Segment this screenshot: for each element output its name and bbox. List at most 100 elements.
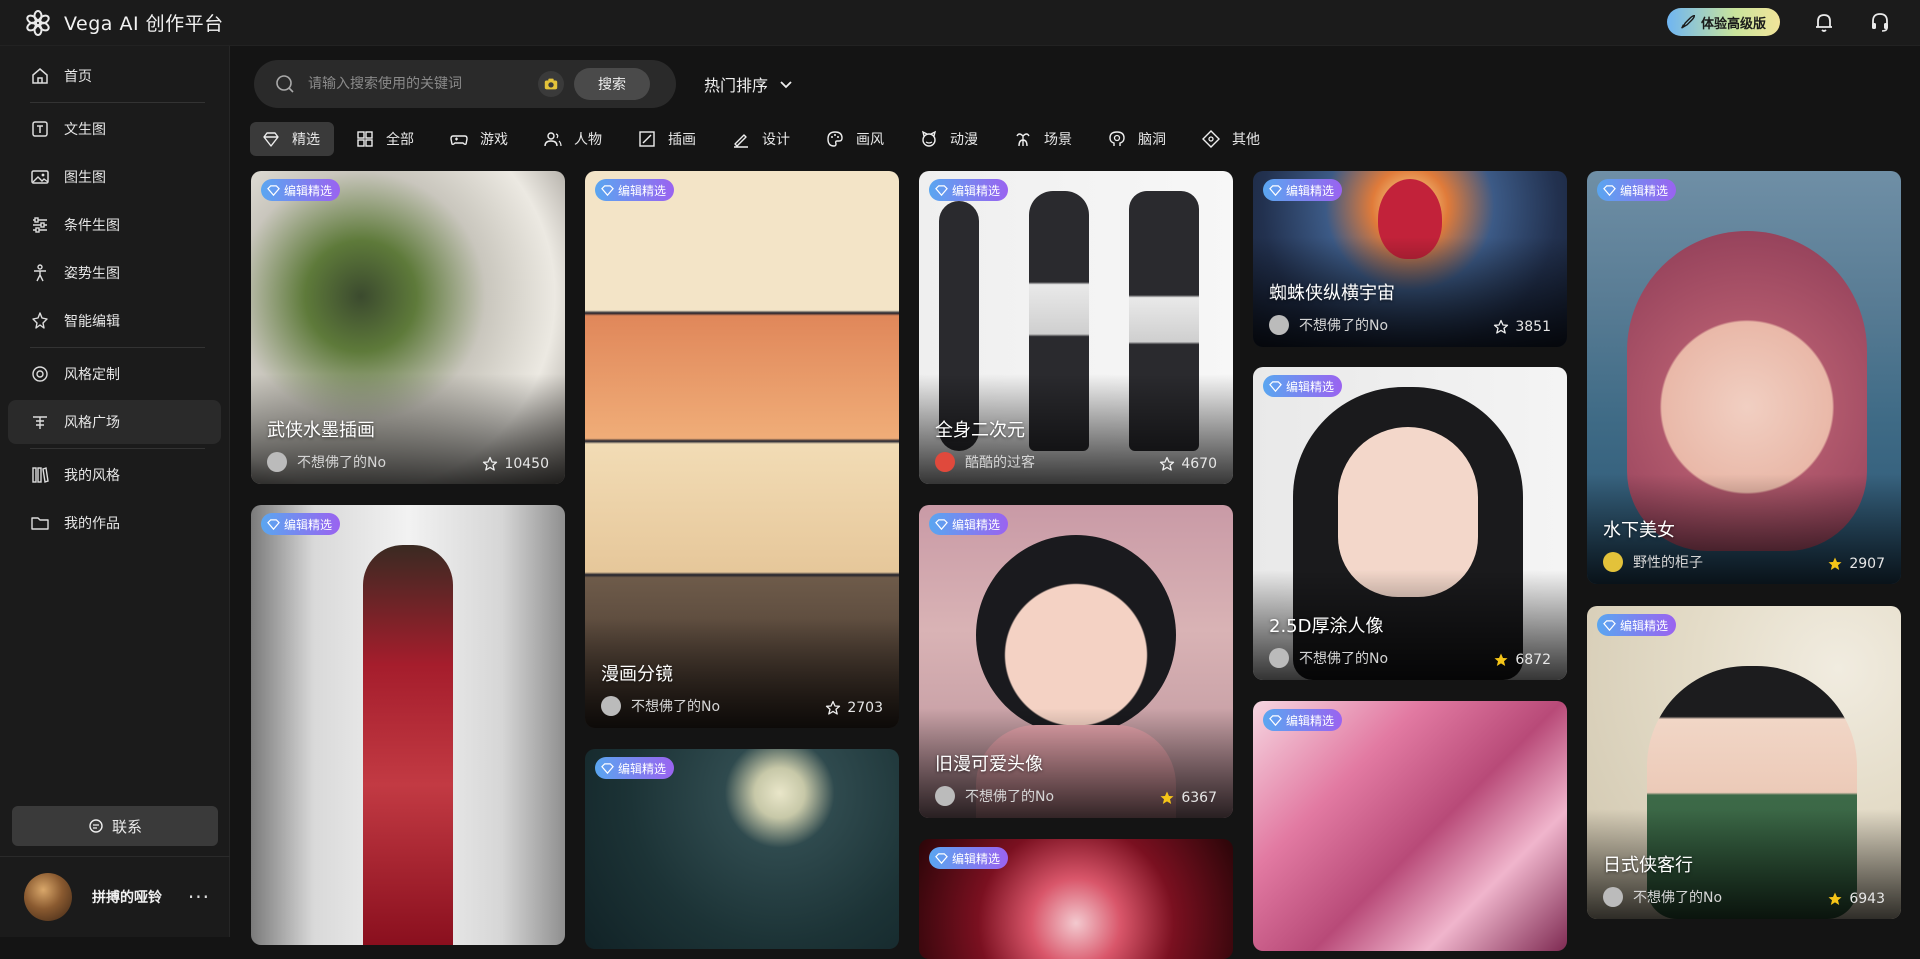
card-likes[interactable]: 6367 — [1159, 790, 1217, 806]
diamond-icon — [1269, 714, 1282, 726]
card-image — [1253, 701, 1567, 951]
card-author[interactable]: 不想佛了的No — [1603, 887, 1722, 907]
card-author[interactable]: 不想佛了的No — [935, 786, 1054, 806]
card-author[interactable]: 酷酷的过客 — [935, 452, 1035, 472]
chevron-down-icon — [780, 81, 792, 89]
style-card[interactable]: 编辑精选 武侠水墨插画 不想佛了的No 10450 — [251, 171, 565, 484]
style-card[interactable]: 编辑精选 — [585, 749, 899, 949]
card-author[interactable]: 不想佛了的No — [1269, 315, 1388, 335]
image-search-button[interactable] — [538, 71, 564, 97]
editor-pick-badge: 编辑精选 — [595, 757, 675, 779]
tab-scene[interactable]: 场景 — [1002, 122, 1086, 156]
tab-other[interactable]: 其他 — [1190, 122, 1274, 156]
card-image-figure — [363, 545, 453, 945]
premium-trial-button[interactable]: 体验高级版 — [1666, 8, 1780, 36]
tab-anime[interactable]: 动漫 — [908, 122, 992, 156]
style-card[interactable]: 编辑精选 2.5D厚涂人像 不想佛了的No 6872 — [1253, 367, 1567, 680]
card-likes[interactable]: 3851 — [1493, 319, 1551, 335]
sidebar-item-pose[interactable]: 姿势生图 — [8, 251, 221, 295]
tab-label: 插画 — [668, 132, 696, 148]
bell-icon — [1816, 14, 1832, 32]
tab-label: 动漫 — [950, 132, 978, 148]
card-author[interactable]: 野性的柜子 — [1603, 552, 1703, 572]
style-card[interactable]: 编辑精选 蜘蛛侠纵横宇宙 不想佛了的No 3851 — [1253, 171, 1567, 347]
style-card[interactable]: 编辑精选 全身二次元 酷酷的过客 4670 — [919, 171, 1233, 484]
editor-pick-badge: 编辑精选 — [261, 513, 341, 535]
card-title: 2.5D厚涂人像 — [1269, 616, 1384, 637]
author-avatar — [935, 452, 955, 472]
support-button[interactable] — [1868, 10, 1892, 34]
card-likes[interactable]: 6872 — [1493, 652, 1551, 668]
sidebar-item-my-works[interactable]: 我的作品 — [8, 501, 221, 545]
more-options-button[interactable]: ··· — [188, 885, 210, 909]
sidebar-item-text-to-image[interactable]: 文生图 — [8, 107, 221, 151]
sidebar-item-label: 文生图 — [64, 122, 106, 138]
tab-label: 游戏 — [480, 132, 508, 148]
sort-selected-label: 热门排序 — [704, 76, 769, 95]
card-likes[interactable]: 2907 — [1827, 556, 1885, 572]
my-style-icon — [32, 467, 49, 483]
card-author[interactable]: 不想佛了的No — [267, 452, 386, 472]
sidebar-divider — [30, 102, 205, 103]
sidebar-item-label: 我的风格 — [64, 468, 120, 484]
tab-featured[interactable]: 精选 — [250, 122, 334, 156]
star-filled-icon — [1160, 791, 1174, 804]
card-likes[interactable]: 4670 — [1159, 456, 1217, 472]
card-likes[interactable]: 10450 — [482, 456, 549, 472]
author-name: 不想佛了的No — [1633, 890, 1723, 906]
sidebar-item-label: 条件生图 — [64, 218, 120, 234]
star-filled-icon — [1828, 557, 1842, 570]
contact-button[interactable]: 联系 — [12, 806, 218, 846]
tab-brainstorm[interactable]: 脑洞 — [1096, 122, 1180, 156]
sidebar-item-conditional[interactable]: 条件生图 — [8, 203, 221, 247]
diamond-icon — [935, 518, 948, 530]
sidebar-item-style-custom[interactable]: 风格定制 — [8, 352, 221, 396]
editor-pick-badge: 编辑精选 — [1263, 179, 1343, 201]
style-card[interactable]: 编辑精选 水下美女 野性的柜子 2907 — [1587, 171, 1901, 584]
diamond-icon — [1603, 184, 1616, 196]
sidebar-item-image-to-image[interactable]: 图生图 — [8, 155, 221, 199]
tab-design[interactable]: 设计 — [720, 122, 804, 156]
star-filled-icon — [1828, 892, 1842, 905]
card-likes[interactable]: 2703 — [825, 700, 883, 716]
top-bar: Vega AI 创作平台 体验高级版 — [0, 0, 1920, 46]
editor-pick-badge: 编辑精选 — [929, 513, 1009, 535]
style-card[interactable]: 编辑精选 日式侠客行 不想佛了的No 6943 — [1587, 606, 1901, 919]
badge-label: 编辑精选 — [284, 517, 333, 532]
style-card[interactable]: 编辑精选 — [919, 839, 1233, 959]
sort-dropdown[interactable]: 热门排序 — [704, 72, 794, 96]
sidebar-item-home[interactable]: 首页 — [8, 54, 221, 98]
card-title: 漫画分镜 — [601, 664, 673, 685]
tab-art-style[interactable]: 画风 — [814, 122, 898, 156]
badge-label: 编辑精选 — [618, 761, 667, 776]
app-logo[interactable]: Vega AI 创作平台 — [24, 9, 224, 37]
diamond-icon — [935, 852, 948, 864]
tab-game[interactable]: 游戏 — [438, 122, 522, 156]
editor-pick-badge: 编辑精选 — [1597, 179, 1677, 201]
sidebar-item-my-style[interactable]: 我的风格 — [8, 453, 221, 497]
tab-all[interactable]: 全部 — [344, 122, 428, 156]
avatar[interactable] — [24, 872, 72, 921]
scene-icon — [1016, 133, 1030, 147]
tab-people[interactable]: 人物 — [532, 122, 616, 156]
sidebar-item-style-square[interactable]: 风格广场 — [8, 400, 221, 444]
sliders-icon — [33, 217, 47, 233]
notification-button[interactable] — [1812, 10, 1836, 34]
style-card[interactable]: 编辑精选 — [1253, 701, 1567, 951]
style-card[interactable]: 编辑精选 — [251, 505, 565, 945]
tab-illustration[interactable]: 插画 — [626, 122, 710, 156]
style-card[interactable]: 编辑精选 旧漫可爱头像 不想佛了的No 6367 — [919, 505, 1233, 818]
search-button[interactable]: 搜索 — [574, 68, 650, 100]
author-name: 不想佛了的No — [631, 699, 721, 715]
sidebar-item-label: 风格定制 — [64, 367, 120, 383]
card-author[interactable]: 不想佛了的No — [1269, 648, 1388, 668]
search-input[interactable] — [308, 76, 528, 92]
author-avatar — [1269, 315, 1289, 335]
style-card[interactable]: 编辑精选 漫画分镜 不想佛了的No 2703 — [585, 171, 899, 728]
premium-trial-label: 体验高级版 — [1700, 16, 1766, 32]
search-icon — [276, 75, 294, 93]
card-likes[interactable]: 6943 — [1827, 891, 1885, 907]
sidebar-item-smart-edit[interactable]: 智能编辑 — [8, 299, 221, 343]
editor-pick-badge: 编辑精选 — [595, 179, 675, 201]
card-author[interactable]: 不想佛了的No — [601, 696, 720, 716]
